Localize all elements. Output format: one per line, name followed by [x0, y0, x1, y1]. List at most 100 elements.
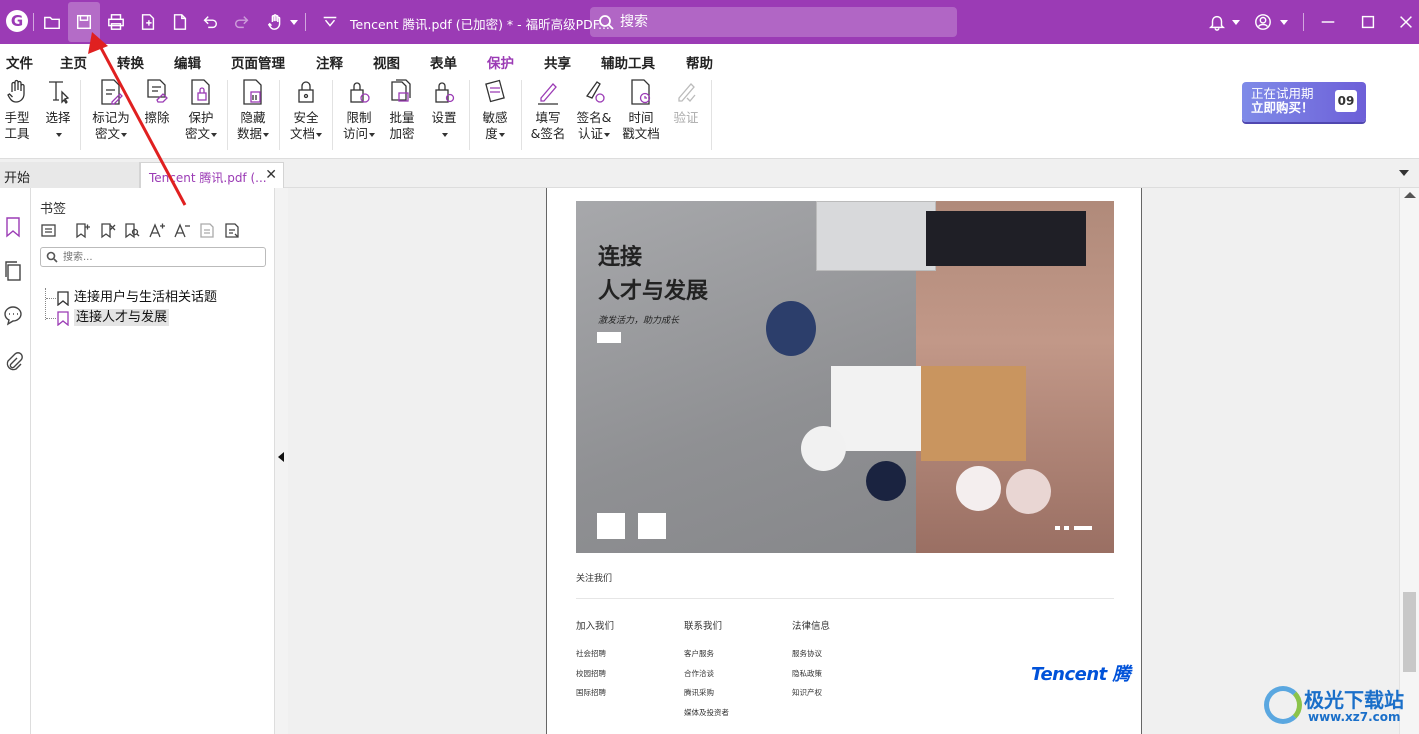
bookmark-item[interactable]: 连接用户与生活相关话题	[41, 288, 271, 308]
search-input[interactable]	[620, 11, 940, 33]
follow-us-label: 关注我们	[576, 574, 613, 584]
divider	[711, 80, 712, 150]
maximize-icon[interactable]	[1354, 8, 1382, 36]
batch-encrypt-button[interactable]: 批量 加密	[385, 78, 419, 142]
menu-protect[interactable]: 保护	[487, 52, 514, 78]
trial-purchase-banner[interactable]: 正在试用期 立即购买！ 09	[1242, 82, 1366, 122]
timestamp-icon	[627, 78, 655, 108]
bookmark-icon	[57, 311, 69, 327]
vertical-scrollbar[interactable]	[1399, 188, 1419, 734]
tab-start[interactable]: 开始	[0, 162, 140, 189]
carousel-dot	[1064, 526, 1069, 530]
hand-tool-button[interactable]: 手型 工具	[2, 78, 32, 142]
print-icon[interactable]	[102, 8, 130, 36]
menu-share[interactable]: 共享	[544, 52, 571, 72]
hide-data-icon	[239, 78, 267, 108]
bookmark-properties-icon[interactable]	[198, 222, 216, 240]
menu-accessibility[interactable]: 辅助工具	[601, 52, 655, 72]
menu-page-management[interactable]: 页面管理	[231, 52, 285, 72]
delete-bookmark-icon[interactable]	[99, 222, 117, 240]
search-icon	[599, 15, 614, 30]
close-tab-icon[interactable]: ✕	[265, 167, 277, 183]
select-button[interactable]: 选择	[42, 78, 74, 142]
sign-certify-button[interactable]: 签名& 认证	[574, 78, 614, 142]
bookmark-search-input[interactable]	[63, 249, 258, 265]
hide-data-button[interactable]: 隐藏 数据	[233, 78, 273, 142]
settings-lock-icon	[430, 78, 458, 108]
erase-icon	[143, 78, 171, 108]
fill-sign-button[interactable]: 填写 &签名	[528, 78, 568, 142]
hero-title: 连接 人才与发展	[598, 245, 709, 304]
navigation-rail	[0, 188, 31, 734]
bookmark-item-selected[interactable]: 连接人才与发展	[41, 308, 271, 328]
timestamp-button[interactable]: 时间 戳文档	[619, 78, 663, 142]
bookmark-search[interactable]	[40, 247, 266, 267]
account-dropdown-icon[interactable]	[1280, 20, 1288, 25]
bookmark-panel-icon[interactable]	[3, 216, 27, 240]
divider	[279, 80, 280, 150]
search-bookmark-icon[interactable]	[123, 222, 141, 240]
expand-text-icon[interactable]	[148, 222, 166, 240]
collapse-arrow-icon	[278, 452, 284, 462]
footer-column-contact: 联系我们 客户服务 合作洽谈 腾讯采购 媒体及投资者	[684, 621, 729, 717]
security-settings-button[interactable]: 设置	[427, 78, 461, 142]
restrict-access-button[interactable]: 限制 访问	[339, 78, 379, 142]
whiteboard	[816, 201, 936, 271]
menu-view[interactable]: 视图	[373, 52, 400, 72]
menu-help[interactable]: 帮助	[686, 52, 713, 72]
menu-edit[interactable]: 编辑	[174, 52, 201, 72]
save-icon[interactable]	[68, 2, 100, 42]
add-bookmark-icon[interactable]	[74, 222, 92, 240]
document-view[interactable]: 连接 人才与发展 激发活力，助力成长 关注我们 加入我们 社会招聘 校园招聘 国…	[288, 188, 1399, 734]
menu-form[interactable]: 表单	[430, 52, 457, 72]
hand-icon[interactable]	[262, 8, 290, 36]
validate-icon	[672, 78, 700, 108]
menu-home[interactable]: 主页	[60, 52, 87, 72]
hand-icon	[3, 78, 31, 108]
lock-icon	[292, 78, 320, 108]
menu-convert[interactable]: 转换	[117, 52, 144, 72]
shrink-text-icon[interactable]	[173, 222, 191, 240]
undo-icon[interactable]	[196, 8, 224, 36]
sensitivity-button[interactable]: 敏感度	[478, 78, 512, 142]
global-search[interactable]	[590, 7, 957, 37]
add-page-icon[interactable]	[166, 8, 194, 36]
scroll-thumb[interactable]	[1403, 592, 1416, 672]
mark-redaction-button[interactable]: 标记为 密文	[89, 78, 133, 142]
minimize-icon[interactable]	[1314, 8, 1342, 36]
bookmark-list-icon[interactable]	[223, 222, 241, 240]
sensitivity-icon	[481, 78, 509, 108]
quick-access-dropdown-icon[interactable]	[316, 8, 344, 36]
bookmark-panel: 书签 连接用户与生活相关话题 连接人才与发展	[31, 188, 275, 734]
redo-icon[interactable]	[228, 8, 256, 36]
close-icon[interactable]	[1392, 8, 1419, 36]
bookmark-options-icon[interactable]	[40, 222, 58, 240]
erase-button[interactable]: 擦除	[141, 78, 173, 126]
menu-comment[interactable]: 注释	[316, 52, 343, 72]
scroll-up-icon[interactable]	[1404, 192, 1416, 198]
user-icon[interactable]	[1249, 8, 1277, 36]
menu-file[interactable]: 文件	[6, 52, 33, 72]
title-bar: G Tencent 腾讯.pdf (已加密) * - 福昕高级PDF...	[0, 0, 1419, 44]
chevron-down-icon	[121, 132, 127, 137]
carousel-dot	[1055, 526, 1060, 530]
search-icon	[46, 251, 58, 263]
person	[1006, 469, 1051, 514]
divider	[576, 598, 1114, 599]
panel-title: 书签	[40, 202, 67, 217]
validate-button[interactable]: 验证	[669, 78, 703, 126]
bell-icon[interactable]	[1203, 8, 1231, 36]
tab-document[interactable]: Tencent 腾讯.pdf (... ✕	[140, 162, 284, 189]
panel-collapse-handle[interactable]	[275, 188, 288, 734]
hand-dropdown-icon[interactable]	[290, 20, 298, 25]
notification-dropdown-icon[interactable]	[1232, 20, 1240, 25]
protect-redaction-button[interactable]: 保护 密文	[181, 78, 221, 142]
attachments-panel-icon[interactable]	[3, 350, 27, 374]
bookmark-icon	[57, 291, 69, 307]
pages-panel-icon[interactable]	[3, 260, 27, 284]
secure-document-button[interactable]: 安全 文档	[286, 78, 326, 142]
open-folder-icon[interactable]	[38, 8, 66, 36]
comments-panel-icon[interactable]	[3, 304, 27, 328]
tab-list-dropdown-icon[interactable]	[1399, 170, 1409, 176]
new-document-icon[interactable]	[134, 8, 162, 36]
